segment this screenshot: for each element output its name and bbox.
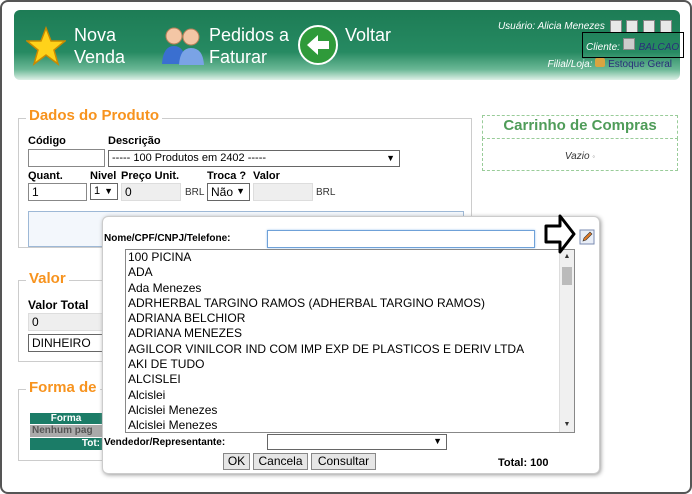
ok-button[interactable]: OK — [223, 453, 250, 470]
filial-label: Filial/Loja: — [547, 59, 593, 70]
cliente-name[interactable]: BALCAO — [639, 42, 680, 53]
consultar-button[interactable]: Consultar — [311, 453, 376, 470]
store-icon — [595, 58, 606, 67]
carrinho-body: Vazio ◦ — [482, 138, 678, 171]
list-scrollbar[interactable]: ▲ ▼ — [559, 250, 574, 432]
voltar-label: Voltar — [345, 25, 392, 45]
user-card-icon — [623, 38, 636, 50]
vendedor-label: Vendedor/Representante: — [104, 437, 226, 448]
nivel-label: Nivel — [90, 170, 117, 182]
valor-item-label: Valor — [253, 170, 280, 182]
nivel-select[interactable]: 1 ▼ — [90, 183, 118, 200]
list-item[interactable]: ALCISLEI — [126, 372, 574, 387]
forma-empty-row: Nenhum pag — [30, 425, 102, 437]
codigo-input[interactable] — [28, 149, 105, 167]
quant-label: Quant. — [28, 170, 63, 182]
list-item[interactable]: Alcislei Menezes — [126, 418, 574, 432]
chevron-down-icon: ▼ — [433, 436, 442, 446]
forma-title: Forma de — [26, 379, 100, 396]
list-item[interactable]: ADRIANA BELCHIOR — [126, 311, 574, 326]
chevron-down-icon: ▼ — [386, 153, 395, 163]
quant-input[interactable]: 1 — [28, 183, 87, 201]
valor-total-label: Valor Total — [28, 298, 89, 312]
cliente-search-dialog: Nome/CPF/CNPJ/Telefone: 100 PICINA ADA A… — [102, 216, 600, 474]
preco-currency: BRL — [185, 187, 205, 198]
valor-total-input[interactable]: 0 — [28, 313, 108, 331]
list-item[interactable]: Alcislei — [126, 388, 574, 403]
descricao-label: Descrição — [108, 135, 161, 147]
list-item[interactable]: AGILCOR VINILCOR IND COM IMP EXP DE PLAS… — [126, 342, 574, 357]
pedidos-line2: Faturar — [209, 47, 268, 67]
cliente-box[interactable]: Cliente: BALCAO — [582, 32, 684, 58]
carrinho-empty: Vazio — [564, 151, 590, 162]
troca-label: Troca ? — [207, 170, 247, 182]
cart-icon: ◦ — [592, 152, 596, 161]
scroll-thumb[interactable] — [562, 267, 572, 285]
valor-item-input[interactable] — [253, 183, 313, 201]
valor-title: Valor — [26, 270, 69, 287]
list-item[interactable]: 100 PICINA — [126, 250, 574, 265]
descricao-value: ----- 100 Produtos em 2402 ----- — [112, 152, 267, 164]
vendedor-select[interactable]: ▼ — [267, 434, 447, 450]
usuario-label: Usuário: — [497, 21, 536, 33]
list-item[interactable]: Alcislei Menezes — [126, 403, 574, 418]
list-item[interactable]: ADRIANA MENEZES — [126, 326, 574, 341]
cliente-label: Cliente: — [586, 42, 620, 53]
voltar-button[interactable]: Voltar — [297, 22, 407, 68]
filial-line: Filial/Loja: Estoque Geral — [547, 58, 672, 70]
codigo-label: Código — [28, 135, 66, 147]
edit-icon[interactable] — [579, 229, 595, 245]
cliente-list[interactable]: 100 PICINA ADA Ada Menezes ADRHERBAL TAR… — [125, 249, 575, 433]
list-item[interactable]: AKI DE TUDO — [126, 357, 574, 372]
filial-name[interactable]: Estoque Geral — [608, 59, 672, 70]
list-item[interactable]: ADA — [126, 265, 574, 280]
nova-venda-line1: Nova — [74, 25, 117, 45]
search-label: Nome/CPF/CNPJ/Telefone: — [104, 233, 231, 244]
star-icon — [26, 26, 66, 66]
nova-venda-line2: Venda — [74, 47, 126, 67]
preco-label: Preço Unit. — [121, 170, 180, 182]
carrinho-title: Carrinho de Compras — [482, 115, 678, 139]
forma-total: Tot: — [30, 438, 102, 450]
forma-column-header: Forma — [30, 413, 102, 424]
chevron-down-icon: ▼ — [104, 186, 113, 196]
nova-venda-button[interactable]: Nova Venda — [26, 22, 136, 68]
scroll-down-icon[interactable]: ▼ — [560, 418, 574, 432]
back-arrow-icon — [298, 25, 338, 65]
list-item[interactable]: Ada Menezes — [126, 281, 574, 296]
nivel-value: 1 — [94, 185, 101, 197]
search-input[interactable] — [267, 230, 535, 248]
produto-title: Dados do Produto — [26, 107, 162, 124]
total-count: Total: 100 — [498, 457, 549, 469]
header-bar: Nova Venda Pedidos a Faturar Voltar Usuá… — [14, 10, 680, 80]
descricao-select[interactable]: ----- 100 Produtos em 2402 ----- ▼ — [108, 150, 400, 167]
pedidos-line1: Pedidos a — [209, 25, 290, 45]
pagamento-select[interactable]: DINHEIRO — [28, 334, 108, 352]
usuario-name: Alicia Menezes — [537, 21, 605, 33]
app-frame: Nova Venda Pedidos a Faturar Voltar Usuá… — [0, 0, 692, 494]
arrow-right-icon — [544, 214, 576, 254]
pedidos-faturar-button[interactable]: Pedidos a Faturar — [160, 22, 295, 68]
chevron-down-icon: ▼ — [236, 186, 245, 196]
cancela-button[interactable]: Cancela — [253, 453, 308, 470]
troca-value: Não — [211, 185, 234, 199]
list-item[interactable]: ADRHERBAL TARGINO RAMOS (ADHERBAL TARGIN… — [126, 296, 574, 311]
users-icon — [162, 27, 204, 65]
valor-currency: BRL — [316, 187, 336, 198]
preco-input[interactable]: 0 — [121, 183, 181, 201]
troca-select[interactable]: Não ▼ — [207, 183, 250, 201]
